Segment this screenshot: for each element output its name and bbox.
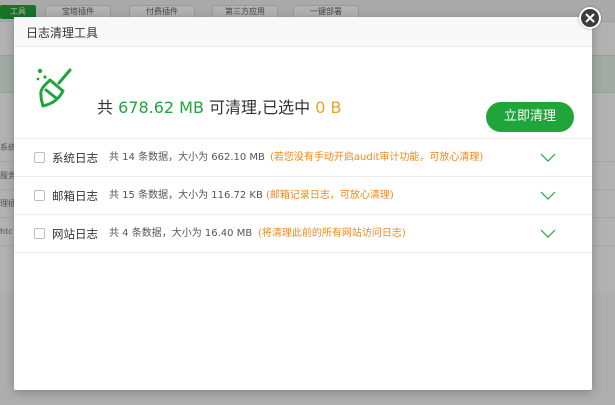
log-name: 邮箱日志 (52, 189, 98, 203)
chevron-down-icon[interactable] (540, 153, 556, 163)
chevron-down-icon[interactable] (540, 229, 556, 239)
mail-log-checkbox[interactable] (34, 190, 45, 201)
log-row-mail: 邮箱日志 共 15 条数据，大小为 116.72 KB (邮箱记录日志，可放心清… (14, 177, 592, 215)
log-row-system: 系统日志 共 14 条数据，大小为 662.10 MB (若您没有手动开启aud… (14, 139, 592, 177)
website-log-checkbox[interactable] (34, 228, 45, 239)
log-cleanup-dialog: 日志清理工具 共 678.62 MB 可清理,已选中 0 B 立即清理 系统日志… (14, 17, 592, 390)
cleanup-summary: 共 678.62 MB 可清理,已选中 0 B 立即清理 (14, 47, 592, 139)
log-note: (将清理此前的所有网站访问日志) (258, 228, 406, 239)
close-button[interactable] (579, 7, 601, 29)
log-row-website: 网站日志 共 4 条数据，大小为 16.40 MB (将清理此前的所有网站访问日… (14, 215, 592, 253)
dialog-header: 日志清理工具 (14, 17, 592, 47)
dialog-title: 日志清理工具 (26, 26, 99, 40)
log-name: 网站日志 (52, 227, 98, 241)
summary-text: 共 678.62 MB 可清理,已选中 0 B (97, 94, 341, 118)
summary-prefix: 共 (97, 98, 119, 117)
summary-middle: 可清理,已选中 (203, 98, 316, 117)
total-size-value: 678.62 MB (118, 98, 204, 117)
selected-size-value: 0 B (315, 98, 342, 117)
clean-now-button[interactable]: 立即清理 (486, 102, 574, 132)
close-icon (585, 13, 595, 23)
log-info: 共 15 条数据，大小为 116.72 KB (109, 190, 263, 201)
log-name: 系统日志 (52, 151, 98, 165)
system-log-checkbox[interactable] (34, 152, 45, 163)
chevron-down-icon[interactable] (540, 191, 556, 201)
broom-icon (36, 68, 72, 108)
log-info: 共 4 条数据，大小为 16.40 MB (109, 228, 253, 239)
log-note: (邮箱记录日志，可放心清理) (266, 190, 394, 201)
log-note: (若您没有手动开启audit审计功能，可放心清理) (270, 152, 484, 163)
log-info: 共 14 条数据，大小为 662.10 MB (109, 152, 265, 163)
